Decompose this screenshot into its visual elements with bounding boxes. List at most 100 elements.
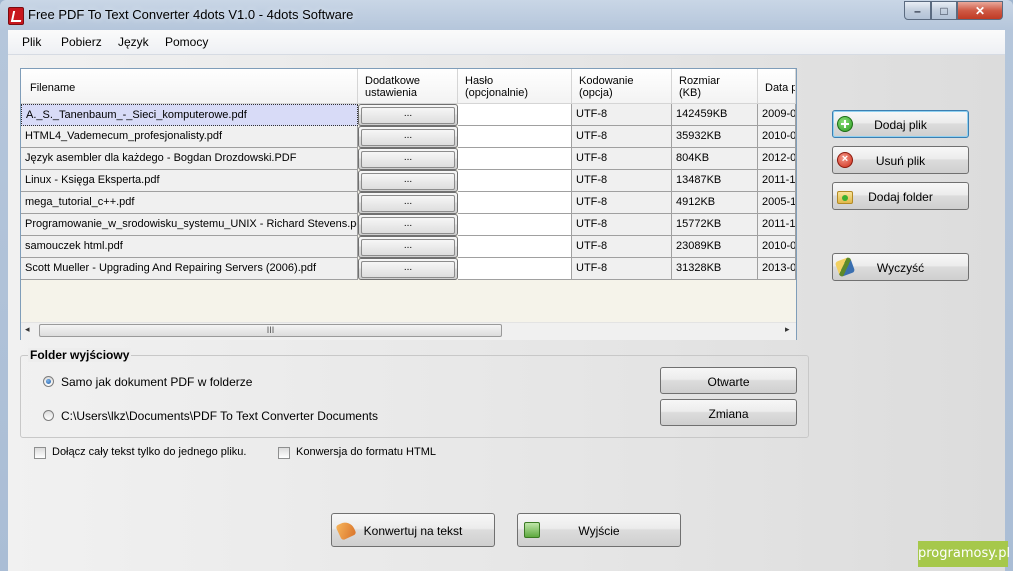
table-row[interactable]: mega_tutorial_c++.pdf... UTF-8 4912KB 2005-… xyxy=(21,192,796,214)
cell-date[interactable]: 2009-07 xyxy=(758,104,796,126)
cell-encoding[interactable]: UTF-8 xyxy=(572,148,672,170)
cell-filename[interactable]: mega_tutorial_c++.pdf xyxy=(21,192,358,214)
cell-filename[interactable]: HTML4_Vademecum_profesjonalisty.pdf xyxy=(21,126,358,148)
cell-settings[interactable]: ... xyxy=(358,236,458,258)
join-text-label[interactable]: Dołącz cały tekst tylko do jednego pliku… xyxy=(52,446,246,458)
column-header-password[interactable]: Hasło (opcjonalnie) xyxy=(458,69,572,103)
cell-settings[interactable]: ... xyxy=(358,214,458,236)
cell-size[interactable]: 23089KB xyxy=(672,236,758,258)
cell-password[interactable] xyxy=(458,258,572,280)
cell-date[interactable]: 2011-12 xyxy=(758,214,796,236)
cell-size[interactable]: 4912KB xyxy=(672,192,758,214)
row-settings-button[interactable]: ... xyxy=(361,195,455,212)
row-settings-button[interactable]: ... xyxy=(361,217,455,234)
table-row[interactable]: HTML4_Vademecum_profesjonalisty.pdf... UT… xyxy=(21,126,796,148)
radio-custom-folder[interactable] xyxy=(43,410,54,421)
scroll-left-arrow-icon[interactable]: ◂ xyxy=(25,324,30,335)
row-settings-button[interactable]: ... xyxy=(361,129,455,146)
row-settings-button[interactable]: ... xyxy=(361,151,455,168)
join-text-checkbox[interactable] xyxy=(34,447,46,459)
cell-encoding[interactable]: UTF-8 xyxy=(572,236,672,258)
window-title: Free PDF To Text Converter 4dots V1.0 - … xyxy=(28,7,354,22)
cell-size[interactable]: 13487KB xyxy=(672,170,758,192)
cell-filename[interactable]: Scott Mueller - Upgrading And Repairing … xyxy=(21,258,358,280)
cell-filename[interactable]: Programowanie_w_srodowisku_systemu_UNIX … xyxy=(21,214,358,236)
cell-password[interactable] xyxy=(458,148,572,170)
table-row[interactable]: A._S._Tanenbaum_-_Sieci_komputerowe.pdf.… xyxy=(21,104,796,126)
clear-button[interactable]: Wyczyść xyxy=(832,253,969,281)
cell-password[interactable] xyxy=(458,192,572,214)
cell-filename[interactable]: samouczek html.pdf xyxy=(21,236,358,258)
cell-filename[interactable]: Linux - Księga Eksperta.pdf xyxy=(21,170,358,192)
html-convert-label[interactable]: Konwersja do formatu HTML xyxy=(296,446,436,458)
column-header-filename[interactable]: Filename xyxy=(21,69,358,103)
exit-button[interactable]: Wyjście xyxy=(517,513,681,547)
cell-date[interactable]: 2011-12 xyxy=(758,170,796,192)
cell-encoding[interactable]: UTF-8 xyxy=(572,170,672,192)
column-header-date[interactable]: Data p xyxy=(758,69,796,103)
table-row[interactable]: Linux - Księga Eksperta.pdf... UTF-8 13487… xyxy=(21,170,796,192)
cell-filename[interactable]: Język asembler dla każdego - Bogdan Droz… xyxy=(21,148,358,170)
cell-size[interactable]: 804KB xyxy=(672,148,758,170)
maximize-button[interactable]: □ xyxy=(931,1,957,20)
cell-date[interactable]: 2010-02 xyxy=(758,236,796,258)
cell-encoding[interactable]: UTF-8 xyxy=(572,104,672,126)
scroll-right-arrow-icon[interactable]: ▸ xyxy=(785,324,790,335)
cell-password[interactable] xyxy=(458,104,572,126)
cell-size[interactable]: 31328KB xyxy=(672,258,758,280)
cell-size[interactable]: 15772KB xyxy=(672,214,758,236)
cell-filename[interactable]: A._S._Tanenbaum_-_Sieci_komputerowe.pdf xyxy=(21,104,358,126)
cell-settings[interactable]: ... xyxy=(358,170,458,192)
table-row[interactable]: Język asembler dla każdego - Bogdan Droz… xyxy=(21,148,796,170)
radio-same-folder[interactable] xyxy=(43,376,54,387)
cell-date[interactable]: 2005-12 xyxy=(758,192,796,214)
table-row[interactable]: Programowanie_w_srodowisku_systemu_UNIX … xyxy=(21,214,796,236)
cell-size[interactable]: 35932KB xyxy=(672,126,758,148)
add-file-button[interactable]: Dodaj plik xyxy=(832,110,969,138)
cell-password[interactable] xyxy=(458,170,572,192)
change-folder-button[interactable]: Zmiana xyxy=(660,399,797,426)
cell-encoding[interactable]: UTF-8 xyxy=(572,258,672,280)
cell-date[interactable]: 2012-04 xyxy=(758,148,796,170)
minimize-button[interactable]: – xyxy=(904,1,931,20)
cell-size[interactable]: 142459KB xyxy=(672,104,758,126)
cell-settings[interactable]: ... xyxy=(358,258,458,280)
cell-settings[interactable]: ... xyxy=(358,192,458,214)
close-button[interactable]: ✕ xyxy=(957,1,1003,20)
menu-jezyk[interactable]: Język xyxy=(118,35,149,49)
row-settings-button[interactable]: ... xyxy=(361,107,455,124)
table-row[interactable]: Scott Mueller - Upgrading And Repairing … xyxy=(21,258,796,280)
column-header-size[interactable]: Rozmiar (KB) xyxy=(672,69,758,103)
menu-pobierz[interactable]: Pobierz xyxy=(61,35,102,49)
row-settings-button[interactable]: ... xyxy=(361,173,455,190)
html-convert-checkbox[interactable] xyxy=(278,447,290,459)
cell-date[interactable]: 2010-02 xyxy=(758,126,796,148)
remove-file-button[interactable]: × Usuń plik xyxy=(832,146,969,174)
convert-label: Konwertuj na tekst xyxy=(363,524,463,538)
column-header-settings[interactable]: Dodatkowe ustawienia xyxy=(358,69,458,103)
radio-custom-folder-label[interactable]: C:\Users\lkz\Documents\PDF To Text Conve… xyxy=(61,409,378,423)
cell-encoding[interactable]: UTF-8 xyxy=(572,192,672,214)
convert-button[interactable]: Konwertuj na tekst xyxy=(331,513,495,547)
scroll-thumb[interactable]: III xyxy=(39,324,502,337)
cell-password[interactable] xyxy=(458,214,572,236)
cell-password[interactable] xyxy=(458,236,572,258)
row-settings-button[interactable]: ... xyxy=(361,261,455,278)
open-folder-button[interactable]: Otwarte xyxy=(660,367,797,394)
cell-encoding[interactable]: UTF-8 xyxy=(572,214,672,236)
add-file-label: Dodaj plik xyxy=(874,118,927,132)
cell-date[interactable]: 2013-02 xyxy=(758,258,796,280)
table-row[interactable]: samouczek html.pdf... UTF-823089KB2010-02 xyxy=(21,236,796,258)
menu-pomocy[interactable]: Pomocy xyxy=(165,35,208,49)
cell-settings[interactable]: ... xyxy=(358,126,458,148)
column-header-encoding[interactable]: Kodowanie (opcja) xyxy=(572,69,672,103)
cell-encoding[interactable]: UTF-8 xyxy=(572,126,672,148)
row-settings-button[interactable]: ... xyxy=(361,239,455,256)
cell-settings[interactable]: ... xyxy=(358,148,458,170)
cell-password[interactable] xyxy=(458,126,572,148)
cell-settings[interactable]: ... xyxy=(358,104,458,126)
menu-plik[interactable]: Plik xyxy=(22,35,41,49)
radio-same-folder-label[interactable]: Samo jak dokument PDF w folderze xyxy=(61,375,252,389)
open-folder-label: Otwarte xyxy=(707,375,750,389)
add-folder-button[interactable]: Dodaj folder xyxy=(832,182,969,210)
